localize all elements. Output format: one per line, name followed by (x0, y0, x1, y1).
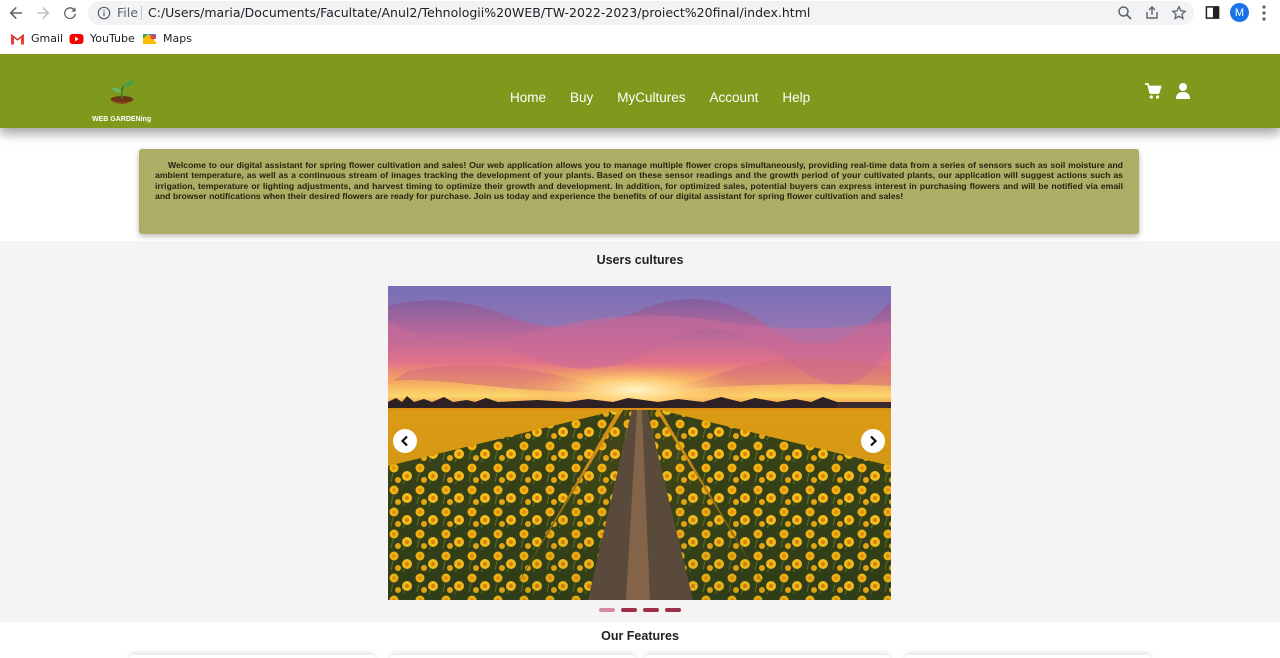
carousel-indicator[interactable] (643, 608, 659, 612)
web-page: WEB GARDENing Home Buy MyCultures Accoun… (0, 54, 1280, 658)
carousel-indicators (599, 608, 687, 612)
nav-account[interactable]: Account (710, 90, 759, 105)
gmail-icon (10, 33, 25, 44)
site-logo[interactable]: WEB GARDENing (92, 78, 154, 124)
forward-arrow-icon[interactable] (32, 3, 54, 23)
info-icon[interactable] (97, 6, 111, 20)
carousel-next-button[interactable] (861, 429, 885, 453)
maps-icon (143, 33, 156, 44)
carousel-indicator[interactable] (665, 608, 681, 612)
carousel-indicator[interactable] (599, 608, 615, 612)
main-nav: Home Buy MyCultures Account Help (510, 90, 834, 105)
cultures-section: Users cultures (0, 241, 1280, 622)
chevron-right-icon (870, 435, 878, 447)
cultures-title: Users cultures (596, 253, 684, 267)
carousel-prev-button[interactable] (393, 429, 417, 453)
cart-icon[interactable] (1144, 82, 1162, 100)
features-title: Our Features (601, 629, 679, 643)
chevron-left-icon (400, 435, 408, 447)
browser-toolbar: File C:/Users/maria/Documents/Facultate/… (0, 0, 1280, 26)
side-panel-icon[interactable] (1205, 5, 1220, 20)
address-bar[interactable]: File C:/Users/maria/Documents/Facultate/… (88, 1, 1194, 25)
daffodil-field-image (388, 286, 891, 600)
intro-text: Welcome to our digital assistant for spr… (155, 160, 1123, 202)
nav-mycultures[interactable]: MyCultures (617, 90, 685, 105)
bookmark-gmail[interactable]: Gmail (10, 32, 63, 45)
sprout-logo-icon (110, 80, 134, 104)
bookmark-label: Maps (163, 32, 192, 45)
nav-buy[interactable]: Buy (570, 90, 593, 105)
bookmark-youtube[interactable]: YouTube (69, 32, 135, 45)
nav-home[interactable]: Home (510, 90, 546, 105)
logo-text: WEB GARDENing (92, 116, 152, 123)
youtube-icon (69, 33, 84, 44)
nav-help[interactable]: Help (782, 90, 810, 105)
carousel-indicator[interactable] (621, 608, 637, 612)
bookmark-label: YouTube (90, 32, 135, 45)
intro-box: Welcome to our digital assistant for spr… (139, 149, 1139, 234)
share-icon[interactable] (1144, 5, 1160, 21)
address-separator (141, 6, 142, 20)
back-arrow-icon[interactable] (5, 3, 27, 23)
menu-dots-icon[interactable] (1259, 4, 1269, 22)
bookmark-label: Gmail (31, 32, 64, 45)
user-icon[interactable] (1174, 82, 1192, 100)
bookmark-maps[interactable]: Maps (142, 32, 192, 45)
cultures-carousel[interactable] (388, 286, 891, 600)
site-header: WEB GARDENing Home Buy MyCultures Accoun… (0, 54, 1280, 128)
bookmarks-bar: Gmail YouTube Maps (0, 26, 1280, 54)
star-icon[interactable] (1171, 5, 1187, 21)
file-label: File (117, 5, 138, 20)
url-text[interactable]: C:/Users/maria/Documents/Facultate/Anul2… (148, 5, 810, 20)
zoom-icon[interactable] (1117, 5, 1133, 21)
profile-avatar[interactable]: M (1230, 3, 1249, 22)
reload-icon[interactable] (59, 3, 81, 23)
